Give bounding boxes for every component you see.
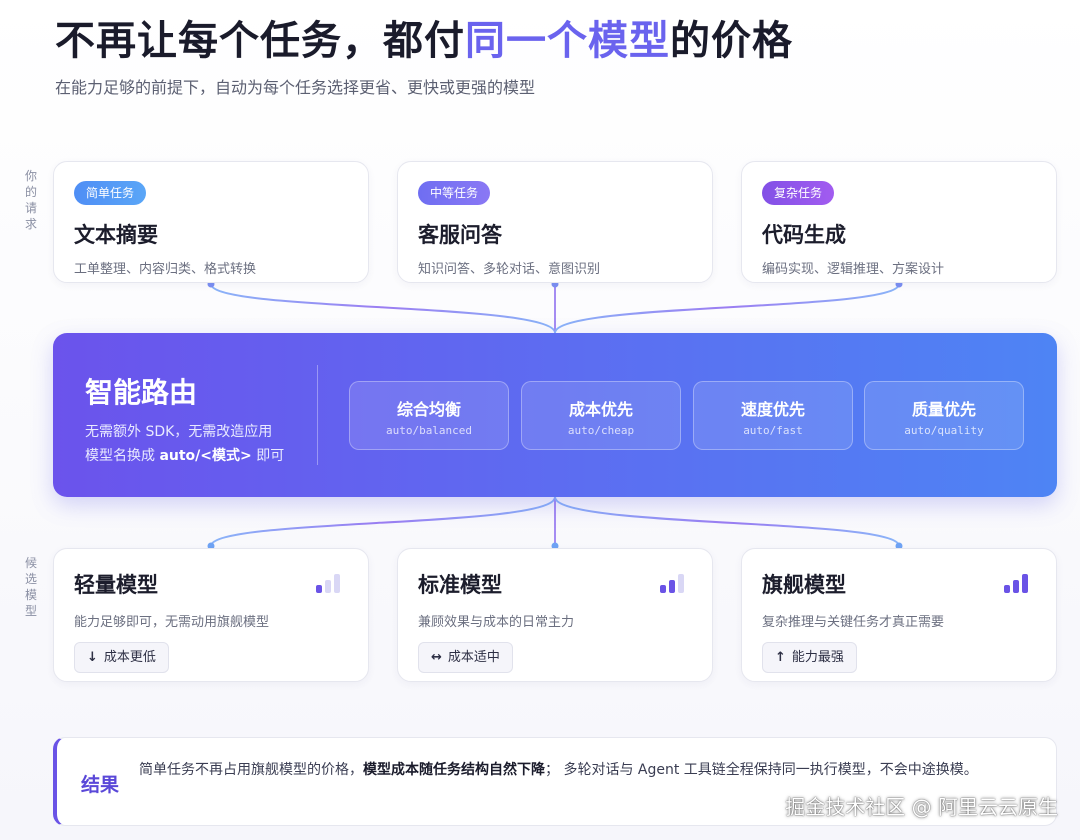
model-card-flagship: 旗舰模型 复杂推理与关键任务才真正需要 ↑ 能力最强 — [741, 548, 1057, 682]
result-text-post: ； 多轮对话与 Agent 工具链全程保持同一执行模型，不会中途换模。 — [545, 762, 978, 778]
request-desc: 编码实现、逻辑推理、方案设计 — [762, 262, 945, 277]
request-card-medium: 中等任务 客服问答 知识问答、多轮对话、意图识别 — [397, 161, 713, 283]
request-card-simple: 简单任务 文本摘要 工单整理、内容归类、格式转换 — [53, 161, 369, 283]
mode-fast[interactable]: 速度优先 auto/fast — [693, 381, 853, 450]
model-title: 标准模型 — [418, 573, 502, 597]
page-title: 不再让每个任务，都付同一个模型的价格 — [55, 8, 793, 66]
connector-model-1 — [210, 496, 556, 547]
title-highlight: 同一个模型 — [465, 18, 670, 64]
signal-bar — [316, 585, 322, 593]
model-title: 轻量模型 — [74, 573, 158, 597]
side-label-candidates: 候选模型 — [24, 556, 37, 618]
model-desc: 能力足够即可，无需动用旗舰模型 — [74, 615, 270, 630]
model-desc: 兼顾效果与成本的日常主力 — [418, 615, 575, 630]
title-pre: 不再让每个任务，都付 — [55, 18, 465, 64]
signal-bar — [1013, 580, 1019, 593]
mode-code: auto/quality — [904, 424, 984, 437]
request-desc: 知识问答、多轮对话、意图识别 — [418, 262, 601, 277]
router-divider — [317, 365, 318, 465]
mode-code: auto/cheap — [567, 424, 635, 437]
result-text-bold: 模型成本随任务结构自然下降 — [363, 762, 545, 778]
signal-bar — [334, 574, 340, 593]
router-desc-pre: 模型名换成 — [85, 448, 160, 464]
mode-name: 综合均衡 — [396, 400, 461, 419]
router-desc-line1: 无需额外 SDK，无需改造应用 — [85, 424, 273, 440]
router-title: 智能路由 — [85, 376, 198, 409]
side-label-requests: 你的请求 — [24, 169, 37, 231]
connector-model-3 — [554, 496, 900, 547]
mode-code: auto/balanced — [385, 424, 473, 437]
arrow-both-icon: ↔ — [431, 650, 442, 665]
watermark: 掘金技术社区 @ 阿里云云原生 — [785, 795, 1058, 819]
page-subtitle: 在能力足够的前提下，自动为每个任务选择更省、更快或更强的模型 — [55, 78, 536, 97]
signal-bars-icon — [660, 573, 690, 593]
smart-router-panel: 智能路由 无需额外 SDK，无需改造应用 模型名换成 auto/<模式> 即可 … — [53, 333, 1057, 497]
model-card-standard: 标准模型 兼顾效果与成本的日常主力 ↔ 成本适中 — [397, 548, 713, 682]
connector-req-1 — [210, 283, 556, 334]
model-tag-label: 能力最强 — [791, 650, 844, 665]
mode-code: auto/fast — [743, 424, 803, 437]
task-badge: 中等任务 — [418, 181, 491, 205]
signal-bar — [325, 580, 331, 593]
task-badge: 复杂任务 — [762, 181, 835, 205]
signal-bar — [669, 580, 675, 593]
signal-bar — [1004, 585, 1010, 593]
mode-name: 质量优先 — [911, 400, 976, 419]
model-tag-label: 成本更低 — [103, 650, 156, 665]
model-tag: ↑ 能力最强 — [762, 642, 857, 673]
model-card-light: 轻量模型 能力足够即可，无需动用旗舰模型 ↓ 成本更低 — [53, 548, 369, 682]
signal-bars-icon — [316, 573, 346, 593]
model-tag: ↔ 成本适中 — [418, 642, 513, 673]
router-desc-post: 即可 — [251, 448, 285, 464]
signal-bar — [660, 585, 666, 593]
request-title: 客服问答 — [418, 223, 502, 247]
arrow-down-icon: ↓ — [87, 650, 98, 665]
mode-cheap[interactable]: 成本优先 auto/cheap — [521, 381, 681, 450]
model-title: 旗舰模型 — [762, 573, 846, 597]
result-label: 结果 — [81, 774, 120, 796]
model-tag-label: 成本适中 — [447, 650, 500, 665]
model-tag: ↓ 成本更低 — [74, 642, 169, 673]
arrow-up-icon: ↑ — [775, 650, 786, 665]
task-badge: 简单任务 — [74, 181, 147, 205]
model-desc: 复杂推理与关键任务才真正需要 — [762, 615, 945, 630]
mode-name: 速度优先 — [740, 400, 805, 419]
result-text-pre: 简单任务不再占用旗舰模型的价格， — [139, 762, 363, 778]
signal-bars-icon — [1004, 573, 1034, 593]
mode-name: 成本优先 — [568, 400, 633, 419]
router-desc-line2: 模型名换成 auto/<模式> 即可 — [85, 445, 284, 465]
signal-bar — [1022, 574, 1028, 593]
signal-bar — [678, 574, 684, 593]
request-desc: 工单整理、内容归类、格式转换 — [74, 262, 257, 277]
router-desc-bold: auto/<模式> — [159, 448, 252, 464]
mode-quality[interactable]: 质量优先 auto/quality — [864, 381, 1024, 450]
mode-balanced[interactable]: 综合均衡 auto/balanced — [349, 381, 509, 450]
request-title: 文本摘要 — [74, 223, 158, 247]
title-post: 的价格 — [670, 18, 793, 64]
request-card-complex: 复杂任务 代码生成 编码实现、逻辑推理、方案设计 — [741, 161, 1057, 283]
request-title: 代码生成 — [762, 223, 846, 247]
result-text: 简单任务不再占用旗舰模型的价格，模型成本随任务结构自然下降； 多轮对话与 Age… — [139, 758, 1029, 783]
connector-req-3 — [554, 283, 900, 334]
